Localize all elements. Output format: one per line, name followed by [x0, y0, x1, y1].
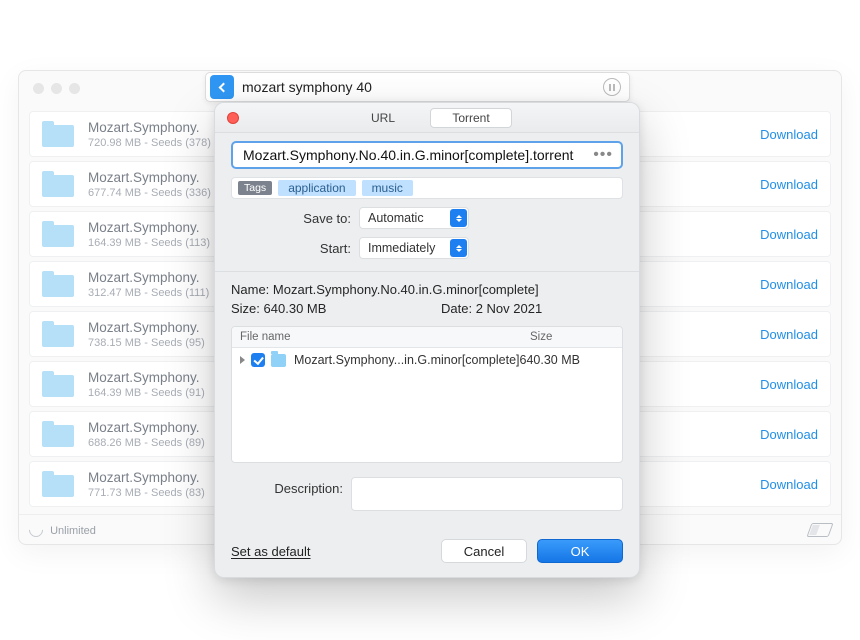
col-file-name[interactable]: File name [232, 327, 522, 347]
folder-icon [42, 171, 74, 197]
download-link[interactable]: Download [760, 127, 818, 142]
cancel-button[interactable]: Cancel [441, 539, 527, 563]
folder-icon [271, 354, 286, 367]
download-link[interactable]: Download [760, 177, 818, 192]
torrent-meta: Name: Mozart.Symphony.No.40.in.G.minor[c… [231, 282, 623, 316]
folder-icon [42, 321, 74, 347]
name-value: Mozart.Symphony.No.40.in.G.minor[complet… [273, 282, 539, 297]
torrent-file-input[interactable] [241, 146, 589, 164]
start-value: Immediately [368, 241, 435, 255]
tag-music[interactable]: music [362, 180, 413, 196]
search-bar: mozart symphony 40 [205, 72, 630, 102]
select-arrows-icon [450, 239, 467, 257]
save-to-value: Automatic [368, 211, 424, 225]
size-value: 640.30 MB [264, 301, 327, 316]
disclosure-icon[interactable] [240, 356, 245, 364]
folder-icon [42, 121, 74, 147]
tag-application[interactable]: application [278, 180, 355, 196]
tags-field[interactable]: Tags application music [231, 177, 623, 199]
date-label: Date: [441, 301, 472, 316]
gauge-icon [26, 520, 46, 540]
file-table-header: File name Size [232, 327, 622, 348]
folder-icon [42, 471, 74, 497]
folder-icon [42, 371, 74, 397]
folder-icon [42, 221, 74, 247]
download-link[interactable]: Download [760, 327, 818, 342]
save-to-label: Save to: [231, 211, 359, 226]
tab-torrent[interactable]: Torrent [430, 108, 512, 128]
col-size[interactable]: Size [522, 327, 622, 347]
ok-button[interactable]: OK [537, 539, 623, 563]
file-table: File name Size Mozart.Symphony...in.G.mi… [231, 326, 623, 463]
close-icon[interactable] [227, 112, 239, 124]
start-label: Start: [231, 241, 359, 256]
download-link[interactable]: Download [760, 427, 818, 442]
search-input[interactable]: mozart symphony 40 [238, 79, 603, 95]
save-to-select[interactable]: Automatic [359, 207, 469, 229]
more-icon[interactable]: ••• [589, 146, 617, 164]
eraser-icon[interactable] [806, 523, 833, 537]
start-select[interactable]: Immediately [359, 237, 469, 259]
download-link[interactable]: Download [760, 377, 818, 392]
file-checkbox[interactable] [251, 353, 265, 367]
file-name: Mozart.Symphony...in.G.minor[complete] [294, 353, 520, 367]
back-button[interactable] [210, 75, 234, 99]
file-size: 640.30 MB [520, 353, 617, 367]
folder-icon [42, 271, 74, 297]
traffic-min-icon[interactable] [51, 83, 62, 94]
tab-url[interactable]: URL [342, 108, 424, 128]
file-row[interactable]: Mozart.Symphony...in.G.minor[complete] 6… [232, 348, 622, 372]
download-link[interactable]: Download [760, 227, 818, 242]
name-label: Name: [231, 282, 269, 297]
torrent-file-field: ••• [231, 141, 623, 169]
date-value: 2 Nov 2021 [476, 301, 543, 316]
status-text: Unlimited [50, 525, 96, 537]
status-unlimited: Unlimited [29, 523, 96, 537]
download-link[interactable]: Download [760, 277, 818, 292]
traffic-close-icon[interactable] [33, 83, 44, 94]
tags-label: Tags [238, 181, 272, 195]
pause-icon[interactable] [603, 78, 621, 96]
download-link[interactable]: Download [760, 477, 818, 492]
size-label: Size: [231, 301, 260, 316]
folder-icon [42, 421, 74, 447]
chevron-left-icon [218, 82, 228, 92]
traffic-zoom-icon[interactable] [69, 83, 80, 94]
description-label: Description: [231, 477, 351, 496]
description-field[interactable] [351, 477, 623, 511]
select-arrows-icon [450, 209, 467, 227]
set-as-default-link[interactable]: Set as default [231, 544, 311, 559]
dialog-titlebar: URL Torrent [215, 103, 639, 133]
add-download-dialog: URL Torrent ••• Tags application music S… [214, 102, 640, 578]
source-segmented-control: URL Torrent [342, 108, 512, 128]
